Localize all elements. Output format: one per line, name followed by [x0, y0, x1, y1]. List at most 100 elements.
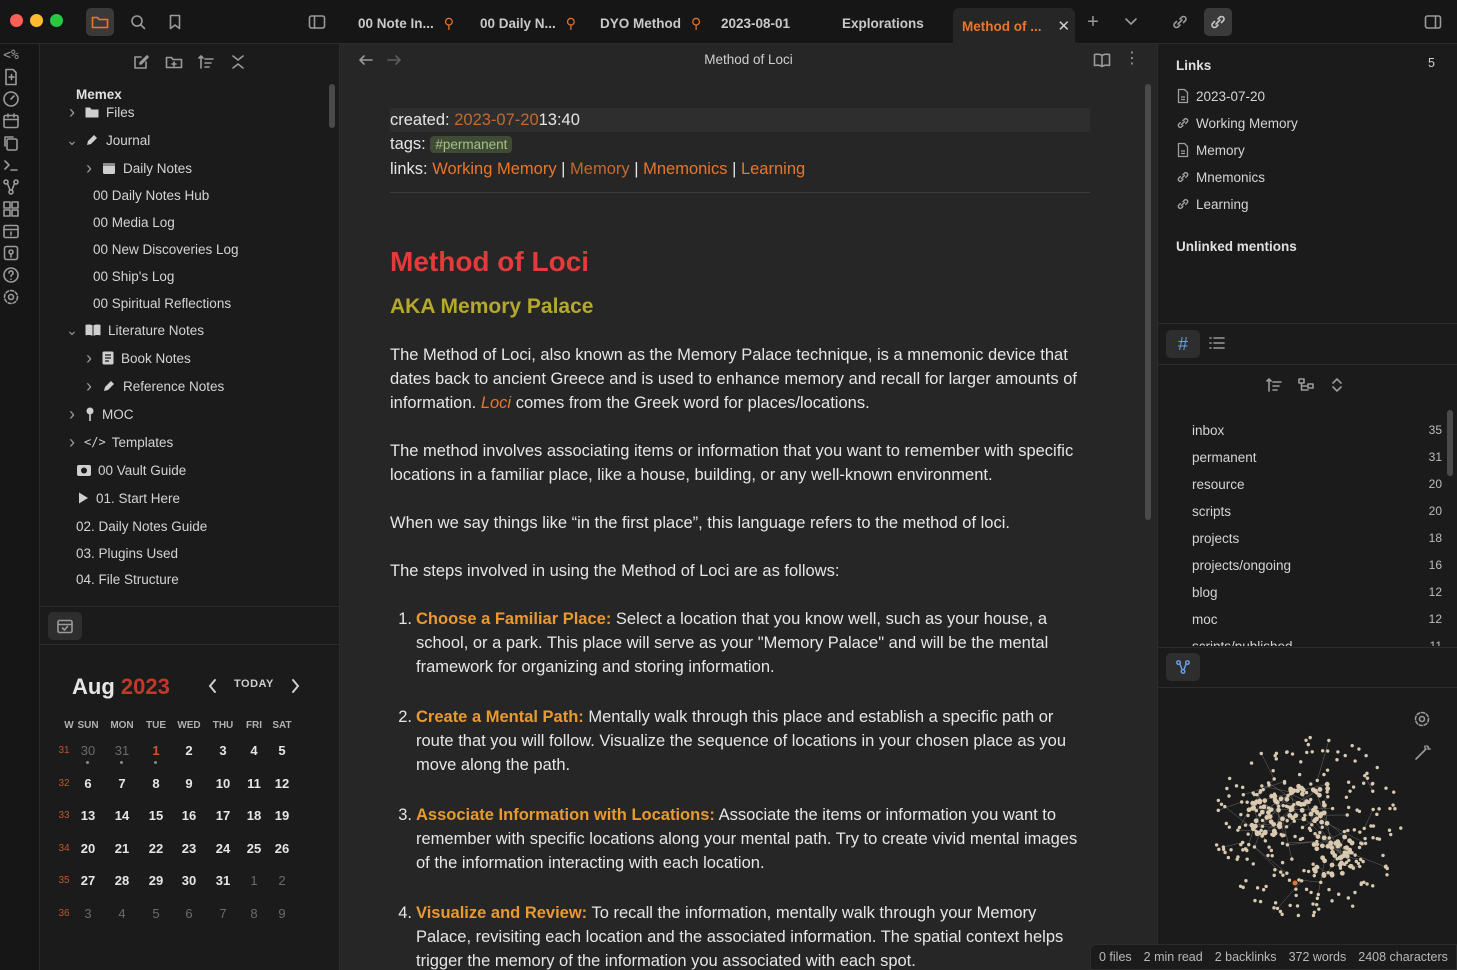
- calendar-day[interactable]: 19: [265, 808, 299, 823]
- tree-item[interactable]: 00 Daily Notes Hub: [93, 183, 209, 207]
- calendar-day[interactable]: 31: [206, 873, 240, 888]
- tab-list-button[interactable]: [1117, 8, 1145, 36]
- calendar-day[interactable]: 9: [172, 776, 206, 791]
- tree-item[interactable]: 03. Plugins Used: [76, 541, 178, 565]
- tree-item[interactable]: › </> Templates: [64, 430, 173, 454]
- calendar-day[interactable]: 28: [105, 873, 139, 888]
- backlink-item[interactable]: Working Memory: [1176, 112, 1298, 134]
- tag-item[interactable]: projects 18: [1192, 531, 1442, 546]
- calendar-day[interactable]: 7: [206, 906, 240, 921]
- tree-item[interactable]: › Daily Notes: [81, 156, 192, 180]
- new-note-button[interactable]: [132, 53, 150, 71]
- calendar-day[interactable]: 7: [105, 776, 139, 791]
- backlink-item[interactable]: 2023-07-20: [1176, 85, 1265, 107]
- tag-pane-tab[interactable]: #: [1166, 330, 1200, 358]
- chevron-right-icon[interactable]: ›: [81, 376, 97, 397]
- more-options-icon[interactable]: ⋮: [1124, 51, 1140, 67]
- dashboard-icon[interactable]: [0, 198, 22, 220]
- terminal-icon[interactable]: [0, 154, 22, 176]
- link-memory[interactable]: Memory: [570, 160, 630, 178]
- collapse-all-button[interactable]: [229, 53, 247, 71]
- calendar-day[interactable]: 15: [139, 808, 173, 823]
- tag-item[interactable]: scripts 20: [1192, 504, 1442, 519]
- sort-button[interactable]: [197, 53, 215, 71]
- tree-item[interactable]: › Reference Notes: [81, 374, 224, 398]
- tree-item[interactable]: › Book Notes: [81, 346, 191, 370]
- tag-permanent[interactable]: #permanent: [430, 136, 513, 153]
- calendar-day[interactable]: 3: [71, 906, 105, 921]
- toggle-left-sidebar-button[interactable]: [303, 8, 331, 36]
- calendar-day[interactable]: 22: [139, 841, 173, 856]
- tag-item[interactable]: inbox 35: [1192, 423, 1442, 438]
- sync-button[interactable]: [1166, 8, 1194, 36]
- new-tab-button[interactable]: +: [1079, 8, 1107, 36]
- calendar-day[interactable]: 2: [172, 743, 206, 758]
- calendar-day[interactable]: 6: [71, 776, 105, 791]
- reading-view-button[interactable]: [1093, 52, 1111, 68]
- tag-tree-button[interactable]: [1297, 377, 1315, 393]
- calendar-day[interactable]: 4: [105, 906, 139, 921]
- calendar-icon[interactable]: [0, 110, 22, 132]
- backlink-item[interactable]: Memory: [1176, 139, 1245, 161]
- calendar-day[interactable]: 13: [71, 808, 105, 823]
- tag-item[interactable]: moc 12: [1192, 612, 1442, 627]
- graph-icon[interactable]: [0, 176, 22, 198]
- local-graph[interactable]: [1203, 726, 1413, 926]
- status-backlinks[interactable]: 2 backlinks: [1215, 950, 1277, 964]
- file-plus-icon[interactable]: [0, 66, 22, 88]
- tag-expand-button[interactable]: [1330, 377, 1344, 393]
- bookmarks-button[interactable]: [161, 8, 189, 36]
- tab-2023-08-01[interactable]: 2023-08-01: [721, 8, 790, 38]
- settings-icon[interactable]: [0, 286, 22, 308]
- calendar-day[interactable]: 14: [105, 808, 139, 823]
- calendar-day[interactable]: 5: [139, 906, 173, 921]
- calendar-day[interactable]: 16: [172, 808, 206, 823]
- toggle-right-sidebar-button[interactable]: [1419, 8, 1447, 36]
- backlink-item[interactable]: Learning: [1176, 193, 1249, 215]
- vault-icon[interactable]: [0, 242, 22, 264]
- copy-icon[interactable]: [0, 132, 22, 154]
- editor-scrollbar[interactable]: [1145, 84, 1151, 520]
- help-icon[interactable]: [0, 264, 22, 286]
- chevron-down-icon[interactable]: ⌄: [64, 322, 80, 339]
- chevron-right-icon[interactable]: ›: [64, 432, 80, 453]
- tag-scrollbar[interactable]: [1447, 410, 1453, 476]
- tree-item[interactable]: ⌄ Literature Notes: [64, 318, 204, 342]
- tab-daily-notes[interactable]: 00 Daily N... ⚲: [480, 8, 576, 38]
- tag-item[interactable]: resource 20: [1192, 477, 1442, 492]
- minimize-window-button[interactable]: [30, 14, 43, 27]
- file-explorer-button[interactable]: [86, 8, 114, 36]
- calendar-day[interactable]: 17: [206, 808, 240, 823]
- calendar-tab[interactable]: [48, 612, 82, 640]
- calendar-day[interactable]: 29: [139, 873, 173, 888]
- calendar-day[interactable]: 21: [105, 841, 139, 856]
- close-tab-icon[interactable]: ✕: [1057, 17, 1070, 35]
- gauge-icon[interactable]: [0, 88, 22, 110]
- calendar-day[interactable]: 31: [105, 743, 139, 758]
- calendar-day[interactable]: 23: [172, 841, 206, 856]
- calendar-day[interactable]: 1: [139, 743, 173, 758]
- calendar-day[interactable]: 3: [206, 743, 240, 758]
- next-month-button[interactable]: [288, 677, 302, 695]
- chevron-down-icon[interactable]: ⌄: [64, 132, 80, 149]
- tree-item[interactable]: 02. Daily Notes Guide: [76, 514, 207, 538]
- chevron-right-icon[interactable]: ›: [81, 158, 97, 179]
- sidebar-scrollbar[interactable]: [329, 84, 335, 128]
- chevron-right-icon[interactable]: ›: [64, 102, 80, 123]
- chevron-right-icon[interactable]: ›: [64, 404, 80, 425]
- prev-month-button[interactable]: [206, 677, 220, 695]
- tree-item[interactable]: › Files: [64, 100, 135, 124]
- calendar-day[interactable]: 20: [71, 841, 105, 856]
- tree-item[interactable]: 00 Media Log: [93, 210, 175, 234]
- local-graph-tab[interactable]: [1166, 653, 1200, 681]
- tree-item[interactable]: 04. File Structure: [76, 567, 179, 591]
- tree-item[interactable]: 00 New Discoveries Log: [93, 237, 239, 261]
- tag-sort-button[interactable]: [1265, 377, 1283, 393]
- calendar-day[interactable]: 30: [71, 743, 105, 758]
- link-working-memory[interactable]: Working Memory: [432, 160, 556, 178]
- link-learning[interactable]: Learning: [741, 160, 805, 178]
- graph-animate-button[interactable]: [1413, 744, 1431, 762]
- tab-explorations[interactable]: Explorations: [842, 8, 924, 38]
- calendar-day[interactable]: 24: [206, 841, 240, 856]
- calendar-day[interactable]: 30: [172, 873, 206, 888]
